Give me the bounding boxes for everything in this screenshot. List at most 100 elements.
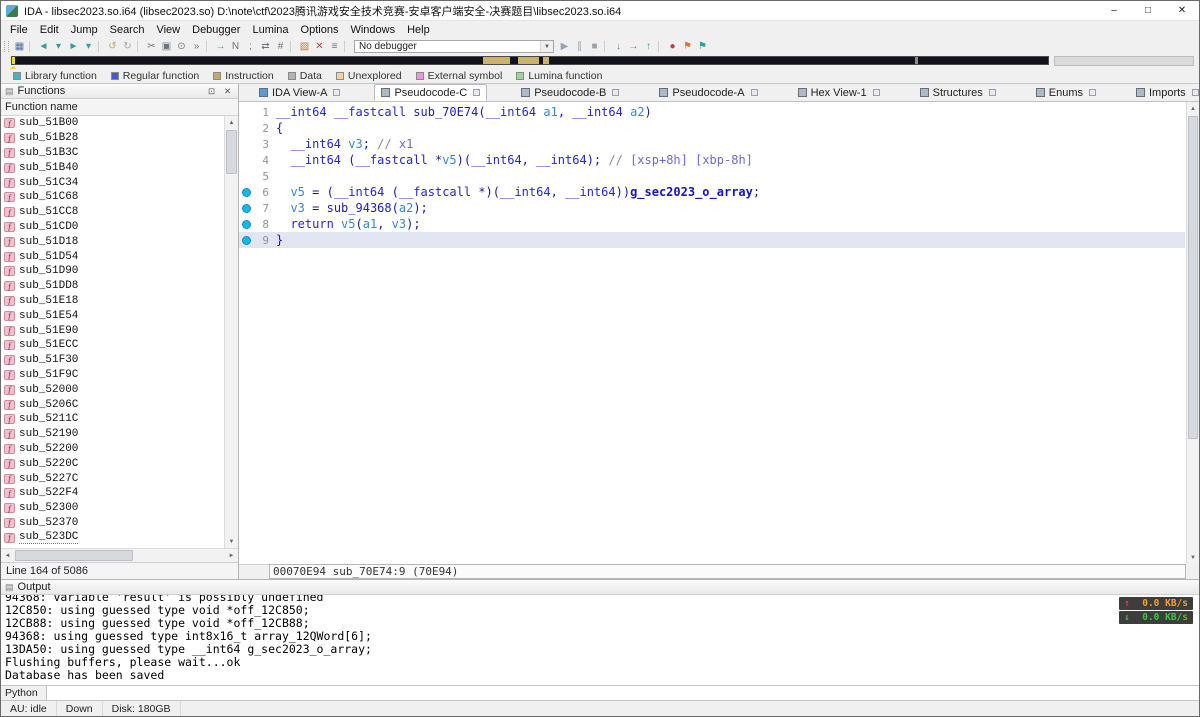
debug-pause-icon[interactable]: ∥ — [572, 40, 587, 54]
flag-icon[interactable]: ⚑ — [680, 40, 695, 54]
tab-pseudocode-c[interactable]: Pseudocode-C — [374, 84, 488, 101]
menu-windows[interactable]: Windows — [344, 21, 401, 39]
function-row[interactable]: f sub_51E90 — [1, 323, 224, 338]
code-line[interactable]: 6 v5 = (__int64 (__fastcall *)(__int64, … — [239, 184, 1185, 200]
function-row[interactable]: f sub_51F9C — [1, 368, 224, 383]
function-row[interactable]: f sub_51E18 — [1, 294, 224, 309]
function-row[interactable]: f sub_52370 — [1, 516, 224, 531]
functions-vertical-scrollbar[interactable]: ▲ ▼ — [224, 116, 238, 548]
scroll-thumb[interactable] — [226, 130, 237, 174]
tab-close-box[interactable] — [1191, 89, 1199, 96]
function-row[interactable]: f sub_5220C — [1, 456, 224, 471]
tab-close-box[interactable] — [872, 89, 880, 96]
function-row[interactable]: f sub_52190 — [1, 427, 224, 442]
function-name-column-header[interactable]: Function name — [1, 99, 238, 116]
code-line[interactable]: 1 __int64 __fastcall sub_70E74(__int64 a1… — [239, 104, 1185, 120]
step-into-icon[interactable]: ↓ — [611, 40, 626, 54]
function-row[interactable]: f sub_51ECC — [1, 338, 224, 353]
code-line[interactable]: 3 __int64 v3; // x1 — [239, 136, 1185, 152]
function-row[interactable]: f sub_51CC8 — [1, 205, 224, 220]
redo-icon[interactable]: ↻ — [120, 40, 135, 54]
function-row[interactable]: f sub_51D90 — [1, 264, 224, 279]
tab-close-box[interactable] — [750, 89, 758, 96]
tab-close-box[interactable] — [1089, 89, 1096, 96]
code-line[interactable]: 2{ — [239, 120, 1185, 136]
panel-close-icon[interactable]: ✕ — [221, 86, 234, 97]
forward-history-icon[interactable]: ▾ — [81, 40, 96, 54]
function-row[interactable]: f sub_51F30 — [1, 353, 224, 368]
tab-hex-view-1[interactable]: Hex View-1 — [792, 84, 886, 101]
scroll-left-button[interactable]: ◄ — [1, 549, 14, 562]
output-panel-titlebar[interactable]: ▤ Output — [1, 580, 1199, 595]
code-line[interactable]: 8 return v5(a1, v3); — [239, 216, 1185, 232]
function-row[interactable]: f sub_51C68 — [1, 190, 224, 205]
function-row[interactable]: f sub_522F4 — [1, 486, 224, 501]
code-line[interactable]: 5 — [239, 168, 1185, 184]
function-row[interactable]: f sub_52300 — [1, 501, 224, 516]
tab-structures[interactable]: Structures — [914, 84, 1002, 101]
function-row[interactable]: f sub_51D18 — [1, 234, 224, 249]
scroll-up-button[interactable]: ▲ — [1187, 102, 1199, 115]
function-row[interactable]: f sub_51DD8 — [1, 279, 224, 294]
tab-imports[interactable]: Imports — [1130, 84, 1199, 101]
scroll-up-button[interactable]: ▲ — [225, 116, 238, 129]
panel-float-icon[interactable]: ⊡ — [205, 86, 218, 97]
menu-edit[interactable]: Edit — [34, 21, 65, 39]
code-line[interactable]: 9} — [239, 232, 1185, 248]
run-until-return-icon[interactable]: ↑ — [641, 40, 656, 54]
python-input[interactable] — [47, 686, 1199, 700]
chevron-down-icon[interactable]: ▼ — [540, 41, 553, 52]
undo-icon[interactable]: ↺ — [105, 40, 120, 54]
cut-icon[interactable]: ✂ — [144, 40, 159, 54]
function-row[interactable]: f sub_51B28 — [1, 131, 224, 146]
menu-debugger[interactable]: Debugger — [186, 21, 246, 39]
xrefs-icon[interactable]: ⇄ — [258, 40, 273, 54]
tab-pseudocode-a[interactable]: Pseudocode-A — [653, 84, 763, 101]
minimize-button[interactable]: – — [1097, 1, 1131, 20]
problems-icon[interactable]: ✕ — [312, 40, 327, 54]
function-row[interactable]: f sub_5211C — [1, 412, 224, 427]
app-icon[interactable] — [6, 4, 18, 17]
calculator-icon[interactable]: # — [273, 40, 288, 54]
function-row[interactable]: f sub_523DC — [1, 530, 224, 545]
function-row[interactable]: f sub_51C34 — [1, 175, 224, 190]
debugger-select[interactable]: No debugger ▼ — [354, 40, 554, 53]
debug-continue-icon[interactable]: ▶ — [557, 40, 572, 54]
tab-close-box[interactable] — [988, 89, 996, 96]
function-row[interactable]: f sub_52000 — [1, 382, 224, 397]
scroll-down-button[interactable]: ▼ — [1187, 551, 1199, 564]
functions-horizontal-scrollbar[interactable]: ◄ ► — [1, 548, 238, 562]
colors-icon[interactable]: ▧ — [297, 40, 312, 54]
code-line[interactable]: 7 v3 = sub_94368(a2); — [239, 200, 1185, 216]
pseudocode-view[interactable]: 1 __int64 __fastcall sub_70E74(__int64 a1… — [239, 102, 1199, 564]
rename-icon[interactable]: N — [228, 40, 243, 54]
scroll-thumb[interactable] — [15, 550, 133, 561]
tab-close-box[interactable] — [333, 89, 341, 96]
copy-icon[interactable]: ▣ — [159, 40, 174, 54]
function-row[interactable]: f sub_51B40 — [1, 160, 224, 175]
comment-icon[interactable]: ; — [243, 40, 258, 54]
toolbar-grip[interactable] — [4, 41, 9, 52]
forward-icon[interactable]: ► — [66, 40, 81, 54]
debug-stop-icon[interactable]: ■ — [587, 40, 602, 54]
line-address-dot[interactable] — [239, 236, 253, 245]
navigator-band[interactable] — [11, 56, 1049, 65]
function-row[interactable]: f sub_52200 — [1, 442, 224, 457]
function-row[interactable]: f sub_51CD0 — [1, 220, 224, 235]
tab-close-box[interactable] — [473, 89, 481, 96]
maximize-button[interactable]: □ — [1131, 1, 1165, 20]
save-icon[interactable]: ▦ — [12, 40, 27, 54]
close-button[interactable]: ✕ — [1165, 1, 1199, 20]
function-row[interactable]: f sub_51B00 — [1, 116, 224, 131]
tab-close-box[interactable] — [612, 89, 620, 96]
function-row[interactable]: f sub_51B3C — [1, 146, 224, 161]
tab-ida-view-a[interactable]: IDA View-A — [253, 84, 346, 101]
menu-jump[interactable]: Jump — [65, 21, 104, 39]
functions-panel-titlebar[interactable]: ▤ Functions ⊡ ✕ — [1, 84, 238, 99]
options-icon[interactable]: ≡ — [327, 40, 342, 54]
scroll-thumb[interactable] — [1188, 116, 1198, 440]
menu-lumina[interactable]: Lumina — [246, 21, 294, 39]
function-row[interactable]: f sub_5227C — [1, 471, 224, 486]
line-address-dot[interactable] — [239, 188, 253, 197]
tab-enums[interactable]: Enums — [1030, 84, 1102, 101]
